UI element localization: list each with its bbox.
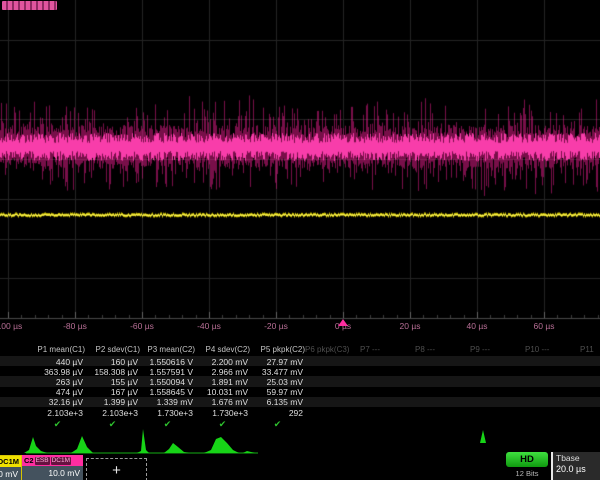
measurement-value: 160 µV xyxy=(85,357,138,367)
measurement-value: 263 µV xyxy=(30,377,83,387)
measurement-value: 32.16 µV xyxy=(30,397,83,407)
time-axis-label: -100 µs xyxy=(0,321,22,331)
time-axis-label: 60 µs xyxy=(534,321,555,331)
measurement-value: 167 µV xyxy=(85,387,138,397)
parameter-header[interactable]: P5 pkpk(C2) xyxy=(250,345,305,354)
parameter-header[interactable]: P1 mean(C1) xyxy=(30,345,85,354)
time-axis-labels: -100 µs-80 µs-60 µs-40 µs-20 µs0 µs20 µs… xyxy=(0,321,600,333)
measurement-value: 10.031 mV xyxy=(195,387,248,397)
c2-volts-per-div: 10.0 mV xyxy=(22,466,83,480)
measurement-value: 363.98 µV xyxy=(30,367,83,377)
c2-esb-badge: ESB xyxy=(35,457,50,465)
parameter-header[interactable]: P2 sdev(C1) xyxy=(85,345,140,354)
parameter-header[interactable]: P7 --- xyxy=(360,345,415,354)
parameter-header[interactable]: P3 mean(C2) xyxy=(140,345,195,354)
measurement-value: 25.03 mV xyxy=(250,377,303,387)
c1-coupling-badge: DC1M xyxy=(0,457,19,466)
timebase-value: 20.0 µs xyxy=(553,463,600,474)
status-checkmark: ✔ xyxy=(85,419,140,430)
measurement-value: 440 µV xyxy=(30,357,83,367)
measurement-value: 1.676 mV xyxy=(195,397,248,407)
time-axis-label: -20 µs xyxy=(264,321,288,331)
timebase-label: Tbase xyxy=(553,452,600,463)
status-checkmark: ✔ xyxy=(140,419,195,430)
status-checkmark: ✔ xyxy=(250,419,305,430)
status-checkmark: ✔ xyxy=(30,419,85,430)
measurement-value: 6.135 mV xyxy=(250,397,303,407)
parameter-header[interactable]: P6 pkpk(C3) xyxy=(305,345,360,354)
timebase-panel[interactable]: Tbase 20.0 µs xyxy=(551,452,600,480)
measurement-value: 33.477 mV xyxy=(250,367,303,377)
measurement-value: 292 xyxy=(250,408,303,418)
trigger-position-marker[interactable] xyxy=(338,319,348,326)
channel-c1-descriptor[interactable]: C1 DC1M 10.0 mV xyxy=(0,455,22,480)
measurement-value: 1.891 mV xyxy=(195,377,248,387)
time-axis-label: -40 µs xyxy=(197,321,221,331)
parameter-header[interactable]: P4 sdev(C2) xyxy=(195,345,250,354)
measurement-value: 2.103e+3 xyxy=(85,408,138,418)
measurement-value: 1.339 mV xyxy=(140,397,193,407)
time-axis-label: 40 µs xyxy=(467,321,488,331)
time-axis-label: -60 µs xyxy=(130,321,154,331)
c2-label: C2 xyxy=(24,456,34,465)
measurement-table: 440 µV160 µV1.550616 V2.200 mV27.97 mV 36… xyxy=(0,344,600,434)
measurement-value: 1.550616 V xyxy=(140,357,193,367)
measurement-value: 155 µV xyxy=(85,377,138,387)
channel-c2-descriptor[interactable]: C2 ESB DC1M 10.0 mV xyxy=(22,455,83,480)
measurement-value: 2.103e+3 xyxy=(30,408,83,418)
oscilloscope-screen: -100 µs-80 µs-60 µs-40 µs-20 µs0 µs20 µs… xyxy=(0,0,600,480)
parameter-header[interactable]: P11 xyxy=(580,345,600,354)
histicon-peak xyxy=(71,436,93,453)
c1-volts-per-div: 10.0 mV xyxy=(0,467,21,480)
measurement-value: 474 µV xyxy=(30,387,83,397)
parameter-header[interactable]: P8 --- xyxy=(415,345,470,354)
time-axis-label: 20 µs xyxy=(400,321,421,331)
waveform-grid[interactable] xyxy=(0,0,600,336)
c2-coupling-badge: DC1M xyxy=(51,457,71,465)
parameter-header[interactable]: P9 --- xyxy=(470,345,525,354)
measurement-value: 158.308 µV xyxy=(85,367,138,377)
add-trace-button[interactable]: + xyxy=(86,458,147,480)
histicon-peak xyxy=(164,443,189,453)
parameter-header[interactable]: P10 --- xyxy=(525,345,580,354)
time-axis-label: -80 µs xyxy=(63,321,87,331)
measurement-value: 1.550094 V xyxy=(140,377,193,387)
measurement-value: 1.730e+3 xyxy=(140,408,193,418)
histicon-peak xyxy=(204,437,239,453)
measurement-value: 1.399 µV xyxy=(85,397,138,407)
histicon-peak xyxy=(24,437,47,453)
measurement-value: 27.97 mV xyxy=(250,357,303,367)
top-left-badge xyxy=(2,1,57,10)
measurement-value: 1.558645 V xyxy=(140,387,193,397)
measurement-value: 1.557591 V xyxy=(140,367,193,377)
histicon-peak xyxy=(243,451,255,453)
hd-bits-label: 12 Bits xyxy=(506,469,548,478)
measurement-value: 59.97 mV xyxy=(250,387,303,397)
status-checkmark: ✔ xyxy=(195,419,250,430)
measurement-value: 2.966 mV xyxy=(195,367,248,377)
measurement-value: 2.200 mV xyxy=(195,357,248,367)
hd-mode-badge: HD xyxy=(506,452,548,467)
measurement-value: 1.730e+3 xyxy=(195,408,248,418)
